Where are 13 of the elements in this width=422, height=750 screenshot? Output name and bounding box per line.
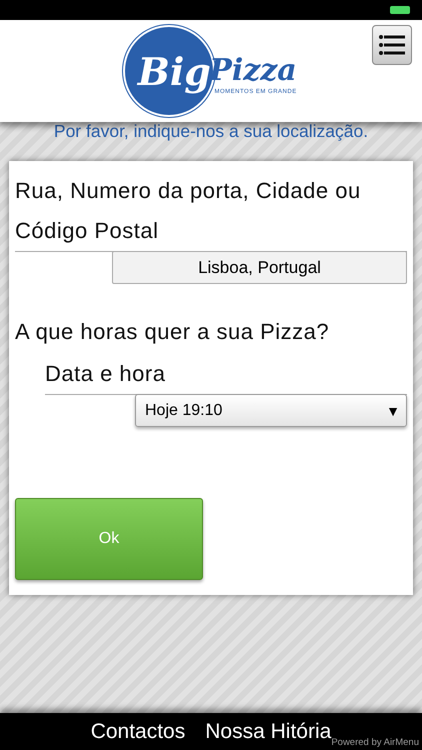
powered-by-text: Powered by AirMenu <box>331 737 419 748</box>
menu-icon <box>379 34 405 56</box>
menu-button[interactable] <box>372 25 412 65</box>
field-label: Rua, Numero da porta, Cidade ou Código Postal <box>15 177 362 245</box>
field-label: Data e hora <box>45 360 166 388</box>
footer-link[interactable]: Contactos <box>90 720 186 744</box>
footer-link[interactable]: Nossa Hitória <box>205 720 332 744</box>
question-text: A que horas quer a sua Pizza? <box>15 318 330 346</box>
logo-text: Big <box>138 48 211 94</box>
address-field[interactable]: Lisboa, Portugal <box>112 251 407 284</box>
datetime-dropdown[interactable]: Hoje 19:10 ▼ <box>135 394 407 427</box>
battery-icon <box>390 6 410 14</box>
instruction-text: Por favor, indique-nos a sua localização. <box>52 120 370 143</box>
